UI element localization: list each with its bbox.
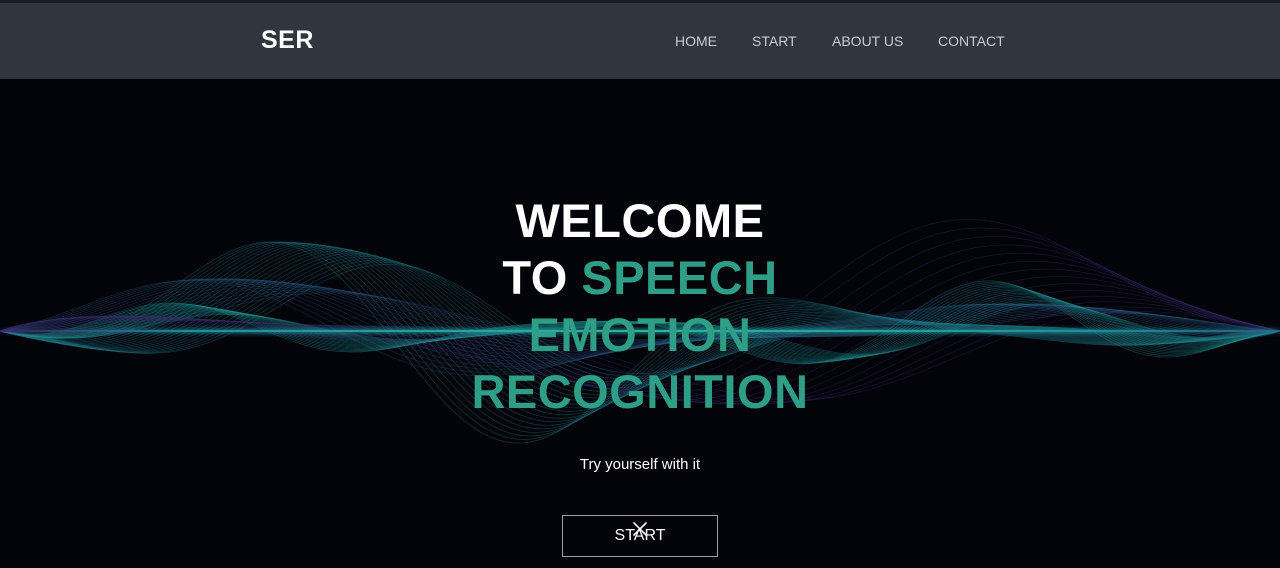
headline-speech: SPEECH — [581, 251, 778, 304]
brand-logo[interactable]: SER — [261, 26, 314, 55]
nav-about-us[interactable]: ABOUT US — [832, 33, 903, 49]
x-cursor-icon — [633, 522, 647, 536]
hero-headline: WELCOME TO SPEECH EMOTION RECOGNITION — [0, 192, 1280, 420]
nav-home[interactable]: HOME — [675, 33, 717, 49]
nav-contact[interactable]: CONTACT — [938, 33, 1005, 49]
nav-start[interactable]: START — [752, 33, 797, 49]
headline-line-3: EMOTION — [528, 308, 752, 361]
navbar: SER HOME START ABOUT US CONTACT — [0, 3, 1280, 79]
headline-line-4: RECOGNITION — [471, 365, 809, 418]
hero-section: WELCOME TO SPEECH EMOTION RECOGNITION Tr… — [0, 79, 1280, 568]
headline-line-2: TO SPEECH — [0, 249, 1280, 306]
hero-tagline: Try yourself with it — [579, 456, 701, 473]
headline-to: TO — [502, 251, 568, 304]
page: SER HOME START ABOUT US CONTACT WELCOME … — [0, 0, 1280, 568]
headline-line-1: WELCOME — [515, 194, 765, 247]
